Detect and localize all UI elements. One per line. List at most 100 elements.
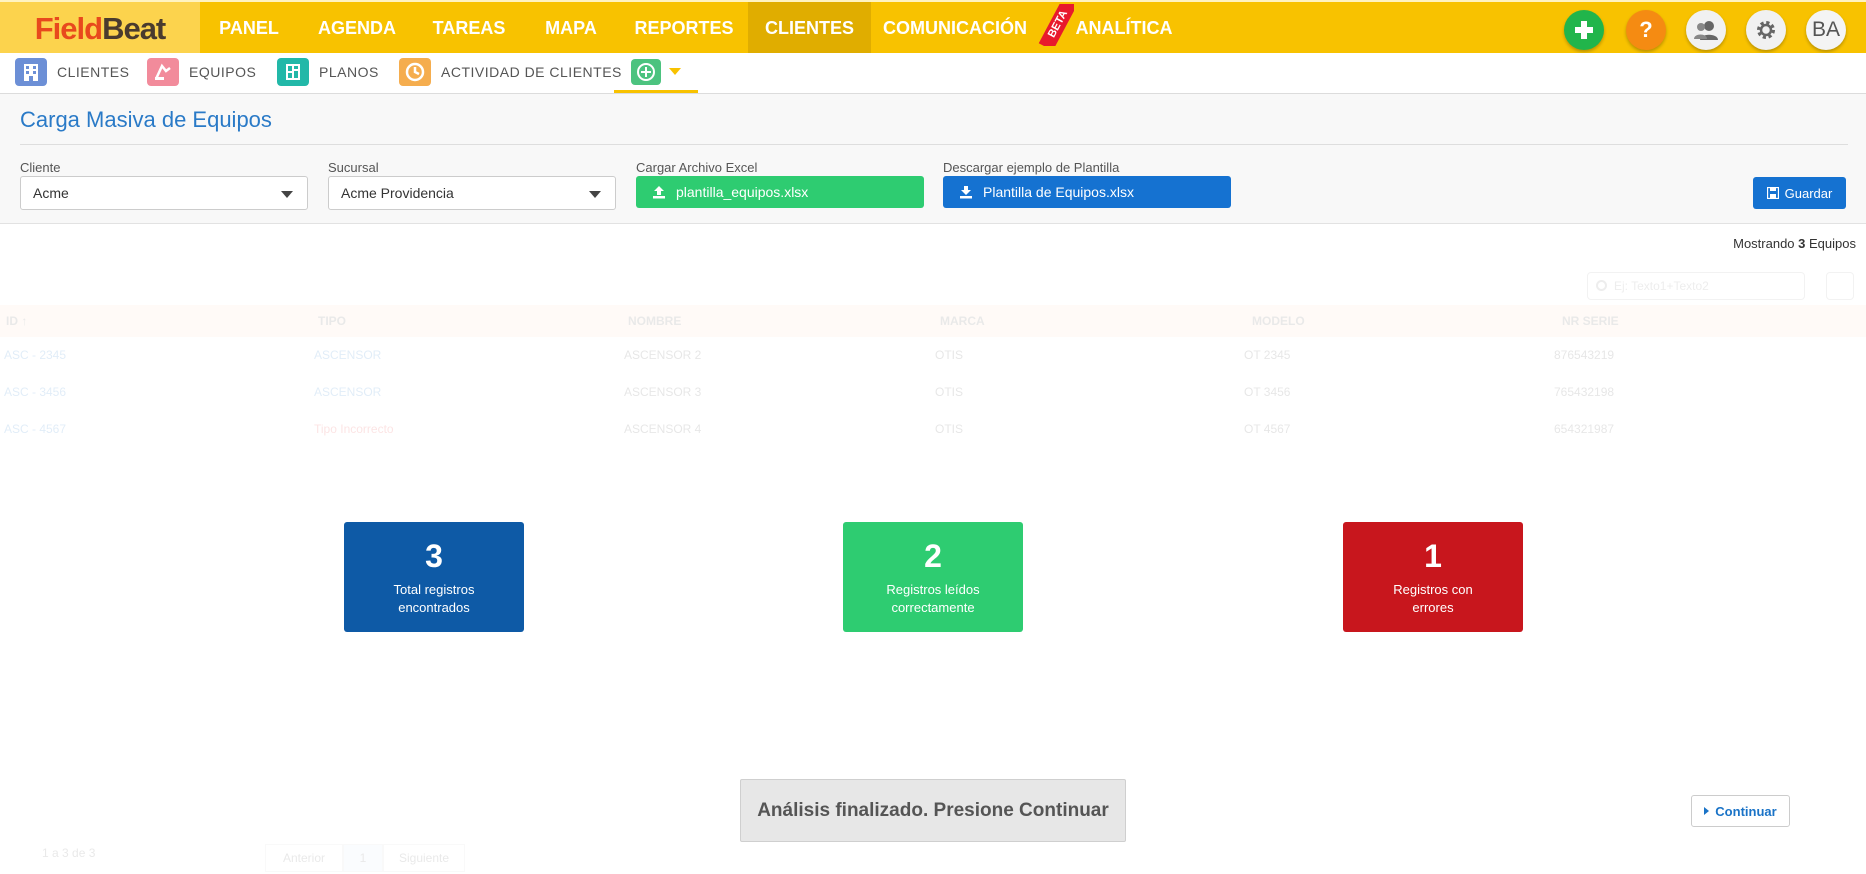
cell-modelo: OT 4567	[1244, 422, 1291, 436]
nav-reportes-label: REPORTES	[634, 18, 734, 38]
chevron-down-icon	[281, 191, 293, 198]
save-button[interactable]: Guardar	[1753, 177, 1846, 209]
pager-page-number: 1	[359, 851, 367, 865]
chevron-down-icon	[589, 191, 601, 198]
cell-id: ASC - 3456	[4, 385, 67, 399]
cell-nombre: ASCENSOR 3	[624, 385, 702, 399]
subnav-planos-label: PLANOS	[319, 64, 379, 80]
pager-page-button[interactable]: 1	[343, 844, 383, 872]
add-new-button[interactable]	[1564, 10, 1604, 50]
users-button[interactable]	[1686, 10, 1726, 50]
cell-nr-serie: 765432198	[1554, 385, 1615, 399]
help-button[interactable]: ?	[1626, 10, 1666, 50]
table-search-input[interactable]: Ej: Texto1+Texto2	[1587, 272, 1805, 300]
stat-ok-value: 2	[924, 538, 942, 574]
pager-info: 1 a 3 de 3	[42, 846, 96, 860]
pager-next-button[interactable]: Siguiente	[383, 844, 465, 872]
column-header-tipo[interactable]: TIPO	[318, 314, 346, 328]
nav-panel[interactable]: PANEL	[200, 2, 298, 55]
nav-agenda-label: AGENDA	[317, 18, 396, 38]
stat-card-total: 3 Total registros encontrados	[344, 522, 524, 632]
logo-text-field: Field	[34, 10, 103, 46]
table-search-placeholder: Ej: Texto1+Texto2	[1614, 279, 1709, 293]
upload-label: Cargar Archivo Excel	[636, 160, 758, 175]
search-icon	[1596, 280, 1607, 291]
nav-comunicacion[interactable]: COMUNICACIÓN	[880, 2, 1030, 55]
upload-excel-button[interactable]: plantilla_equipos.xlsx	[636, 176, 924, 208]
nav-reportes[interactable]: REPORTES	[626, 2, 742, 55]
cell-nombre: ASCENSOR 4	[624, 422, 702, 436]
sucursal-select-value: Acme Providencia	[341, 185, 454, 201]
nav-clientes-label: CLIENTES	[764, 18, 854, 38]
sucursal-label: Sucursal	[328, 160, 379, 175]
nav-tareas-label: TAREAS	[432, 18, 506, 38]
building-icon	[15, 58, 47, 86]
nav-panel-label: PANEL	[219, 18, 279, 38]
caret-right-icon	[1704, 807, 1710, 815]
nav-mapa[interactable]: MAPA	[530, 2, 612, 55]
column-header-id[interactable]: ID ↑	[6, 314, 27, 328]
download-icon	[960, 186, 972, 199]
floppy-disk-icon	[1766, 187, 1779, 199]
subnav-planos[interactable]: PLANOS	[277, 56, 379, 88]
pager-next-label: Siguiente	[398, 851, 450, 865]
plus-icon	[1575, 21, 1593, 39]
cell-tipo: ASCENSOR	[314, 348, 382, 362]
stat-card-errors: 1 Registros con errores	[1343, 522, 1523, 632]
subnav-actividad[interactable]: ACTIVIDAD DE CLIENTES	[399, 56, 622, 88]
column-header-modelo[interactable]: MODELO	[1252, 314, 1305, 328]
column-header-marca[interactable]: MARCA	[940, 314, 985, 328]
settings-button[interactable]	[1746, 10, 1786, 50]
subnav-add-dropdown[interactable]	[614, 53, 698, 93]
stat-card-ok: 2 Registros leídos correctamente	[843, 522, 1023, 632]
showing-prefix: Mostrando	[1733, 236, 1795, 251]
column-header-nr-serie[interactable]: NR SERIE	[1562, 314, 1619, 328]
subnav-equipos-label: EQUIPOS	[189, 64, 257, 80]
save-label: Guardar	[1784, 185, 1833, 201]
showing-suffix: Equipos	[1809, 236, 1856, 251]
columns-toggle-button[interactable]	[1826, 272, 1854, 300]
equipment-icon	[147, 58, 179, 86]
cell-tipo: Tipo Incorrecto	[314, 422, 394, 436]
stat-total-value: 3	[425, 538, 443, 574]
download-label: Descargar ejemplo de Plantilla	[943, 160, 1120, 175]
table-header: ID ↑ TIPO NOMBRE MARCA MODELO NR SERIE	[0, 305, 1866, 337]
nav-agenda[interactable]: AGENDA	[306, 2, 408, 55]
cell-id: ASC - 4567	[4, 422, 67, 436]
nav-tareas[interactable]: TAREAS	[420, 2, 518, 55]
page-header: Carga Masiva de Equipos Cliente Acme Suc…	[0, 94, 1866, 224]
cell-marca: OTIS	[935, 385, 964, 399]
continue-button[interactable]: Continuar	[1691, 795, 1790, 827]
upload-file-name: plantilla_equipos.xlsx	[676, 184, 809, 200]
header-divider	[20, 144, 1848, 145]
pager-prev-label: Anterior	[282, 851, 326, 865]
upload-icon	[653, 186, 665, 199]
subnav-equipos[interactable]: EQUIPOS	[147, 56, 256, 88]
pager-prev-button[interactable]: Anterior	[265, 844, 343, 872]
nav-analitica[interactable]: ANALÍTICA	[1074, 2, 1174, 55]
stat-errors-value: 1	[1424, 538, 1442, 574]
stat-errors-caption: Registros con errores	[1393, 582, 1473, 615]
cell-nr-serie: 876543219	[1554, 348, 1615, 362]
chevron-down-icon	[669, 68, 681, 75]
question-mark-icon: ?	[1639, 17, 1653, 42]
subnav-clientes[interactable]: CLIENTES	[15, 56, 129, 88]
column-header-nombre[interactable]: NOMBRE	[628, 314, 681, 328]
nav-clientes[interactable]: CLIENTES	[748, 2, 871, 55]
beta-badge-label: BETA	[1038, 4, 1074, 46]
user-avatar[interactable]: BA	[1806, 10, 1846, 50]
cell-modelo: OT 2345	[1244, 348, 1291, 362]
sucursal-select[interactable]: Acme Providencia	[328, 176, 616, 210]
subnav-actividad-label: ACTIVIDAD DE CLIENTES	[441, 64, 622, 80]
fieldbeat-logo[interactable]: Field Beat	[0, 2, 200, 55]
cliente-select-value: Acme	[33, 185, 69, 201]
download-template-button[interactable]: Plantilla de Equipos.xlsx	[943, 176, 1231, 208]
nav-comunicacion-label: COMUNICACIÓN	[883, 18, 1027, 38]
sub-navbar: CLIENTES EQUIPOS PLANOS ACTIVIDAD DE CLI…	[0, 53, 1866, 94]
cell-nr-serie: 654321987	[1554, 422, 1615, 436]
cliente-select[interactable]: Acme	[20, 176, 308, 210]
gear-icon	[1757, 21, 1775, 39]
cell-id: ASC - 2345	[4, 348, 67, 362]
stat-total-caption: Total registros encontrados	[393, 582, 475, 615]
cell-modelo: OT 3456	[1244, 385, 1291, 399]
